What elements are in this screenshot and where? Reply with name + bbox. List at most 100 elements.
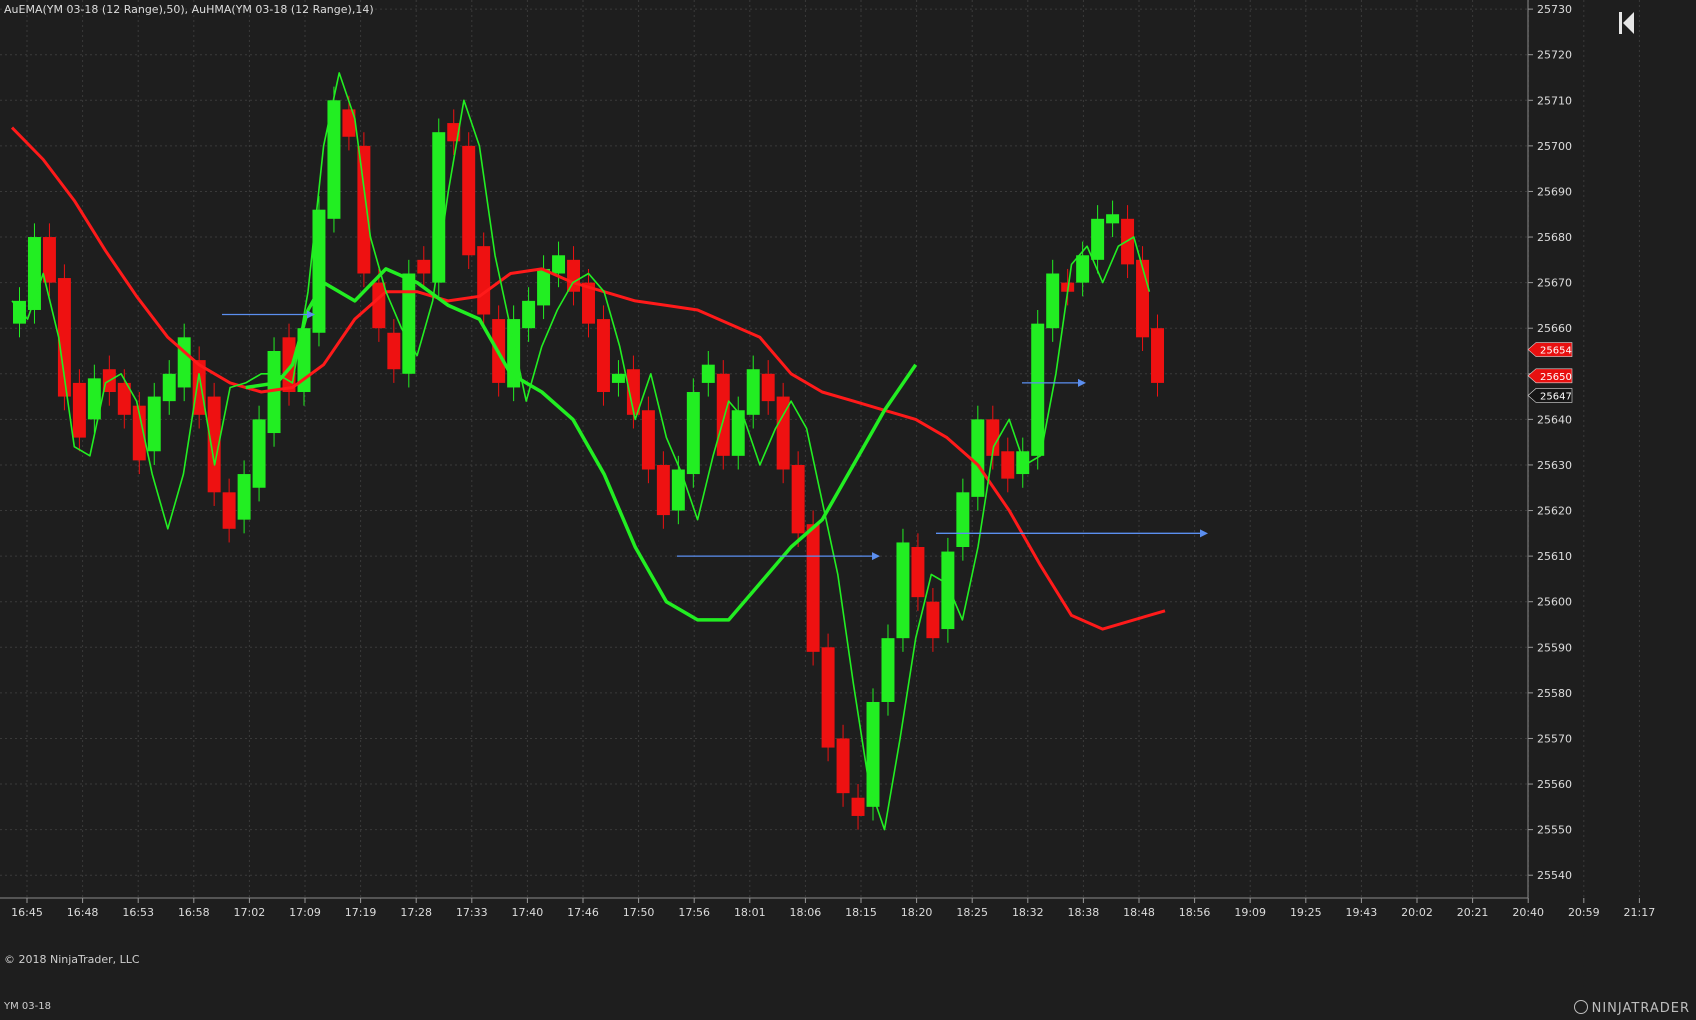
candle-body <box>1031 323 1045 456</box>
instrument-label: YM 03-18 <box>4 1001 51 1012</box>
x-tick-label: 17:33 <box>456 906 488 919</box>
y-tick-label: 25700 <box>1537 140 1572 153</box>
scroll-to-start-icon[interactable] <box>1617 10 1637 36</box>
candle-body <box>686 392 700 475</box>
y-tick-label: 25710 <box>1537 94 1572 107</box>
candle-body <box>237 474 251 520</box>
x-tick-label: 17:50 <box>623 906 655 919</box>
candle-body <box>836 738 850 794</box>
x-tick-label: 19:43 <box>1346 906 1378 919</box>
candle-body <box>372 282 386 329</box>
y-tick-label: 25630 <box>1537 459 1572 472</box>
y-tick-label: 25610 <box>1537 550 1572 563</box>
x-tick-label: 20:02 <box>1401 906 1433 919</box>
price-marker-label: 25654 <box>1540 346 1572 357</box>
copyright-text: © 2018 NinjaTrader, LLC <box>4 953 140 966</box>
y-tick-label: 25540 <box>1537 869 1572 882</box>
candle-body <box>357 145 371 274</box>
y-tick-label: 25660 <box>1537 322 1572 335</box>
y-tick-label: 25730 <box>1537 3 1572 16</box>
candle-body <box>956 492 970 548</box>
candle-body <box>866 701 880 807</box>
x-tick-label: 19:09 <box>1234 906 1266 919</box>
price-marker-label: 25647 <box>1540 391 1572 402</box>
candle-body <box>701 364 715 383</box>
x-tick-label: 18:56 <box>1179 906 1211 919</box>
x-tick-label: 21:17 <box>1624 906 1656 919</box>
y-tick-label: 25550 <box>1537 824 1572 837</box>
candle-body <box>596 319 610 393</box>
y-tick-label: 25620 <box>1537 505 1572 518</box>
x-tick-label: 17:02 <box>234 906 266 919</box>
x-tick-label: 17:56 <box>678 906 710 919</box>
candle-body <box>746 369 760 415</box>
x-tick-label: 16:48 <box>67 906 99 919</box>
candle-body <box>851 797 865 816</box>
x-tick-label: 18:01 <box>734 906 766 919</box>
x-tick-label: 20:40 <box>1512 906 1544 919</box>
x-tick-label: 18:20 <box>901 906 933 919</box>
candle-body <box>1151 328 1164 383</box>
y-tick-label: 25580 <box>1537 687 1572 700</box>
y-tick-label: 25690 <box>1537 185 1572 198</box>
candle-body <box>387 332 401 370</box>
y-tick-label: 25560 <box>1537 778 1572 791</box>
candle-body <box>821 647 835 748</box>
x-tick-label: 16:45 <box>11 906 43 919</box>
y-tick-label: 25640 <box>1537 413 1572 426</box>
candle-body <box>1106 214 1120 224</box>
candle-body <box>522 300 536 329</box>
x-tick-label: 17:19 <box>345 906 377 919</box>
x-tick-label: 20:59 <box>1568 906 1600 919</box>
price-chart[interactable]: 25540 25550 25560 25570 25580 25590 25600 25610… <box>0 0 1696 1016</box>
candle-body <box>552 255 566 274</box>
x-tick-label: 17:40 <box>512 906 544 919</box>
candle-body <box>611 373 625 383</box>
x-tick-label: 18:32 <box>1012 906 1044 919</box>
indicator-legend: AuEMA(YM 03-18 (12 Range),50), AuHMA(YM … <box>4 3 374 16</box>
candle-body <box>402 273 416 374</box>
chart-area[interactable]: 25540 25550 25560 25570 25580 25590 25600 25610… <box>0 0 1696 1016</box>
x-tick-label: 18:15 <box>845 906 877 919</box>
candle-body <box>641 410 655 470</box>
brand-logo: NINJATRADER <box>1573 1000 1690 1016</box>
candle-body <box>477 246 491 315</box>
candle-body <box>1001 451 1015 479</box>
candle-body <box>806 524 820 652</box>
candle-body <box>162 373 176 402</box>
price-marker-label: 25650 <box>1540 372 1572 383</box>
y-tick-label: 25720 <box>1537 49 1572 62</box>
ninjatrader-logo-icon <box>1573 1000 1588 1014</box>
candle-body <box>462 145 476 256</box>
candle-body <box>911 547 925 598</box>
x-tick-label: 18:48 <box>1123 906 1155 919</box>
y-tick-label: 25670 <box>1537 277 1572 290</box>
y-tick-label: 25590 <box>1537 641 1572 654</box>
y-tick-label: 25600 <box>1537 596 1572 609</box>
candle-body <box>656 464 670 516</box>
candle-body <box>761 373 775 402</box>
x-tick-label: 20:21 <box>1457 906 1489 919</box>
candle-body <box>926 601 940 639</box>
x-tick-label: 18:38 <box>1068 906 1100 919</box>
x-tick-label: 18:25 <box>956 906 988 919</box>
x-tick-label: 17:28 <box>400 906 432 919</box>
candle-body <box>941 551 955 630</box>
candle-body <box>417 259 431 274</box>
candle-body <box>791 464 805 534</box>
x-tick-label: 17:09 <box>289 906 321 919</box>
y-tick-label: 25680 <box>1537 231 1572 244</box>
x-tick-label: 19:25 <box>1290 906 1322 919</box>
x-tick-label: 16:53 <box>122 906 154 919</box>
x-tick-label: 17:46 <box>567 906 599 919</box>
candle-body <box>1091 218 1105 260</box>
candle-body <box>42 237 56 283</box>
candle-body <box>252 419 266 488</box>
candle-body <box>1046 273 1060 329</box>
y-tick-label: 25570 <box>1537 732 1572 745</box>
candle-body <box>147 396 161 452</box>
candle-body <box>896 542 910 639</box>
candle-body <box>222 492 236 529</box>
candle-body <box>1136 259 1150 338</box>
candle-body <box>716 373 730 456</box>
